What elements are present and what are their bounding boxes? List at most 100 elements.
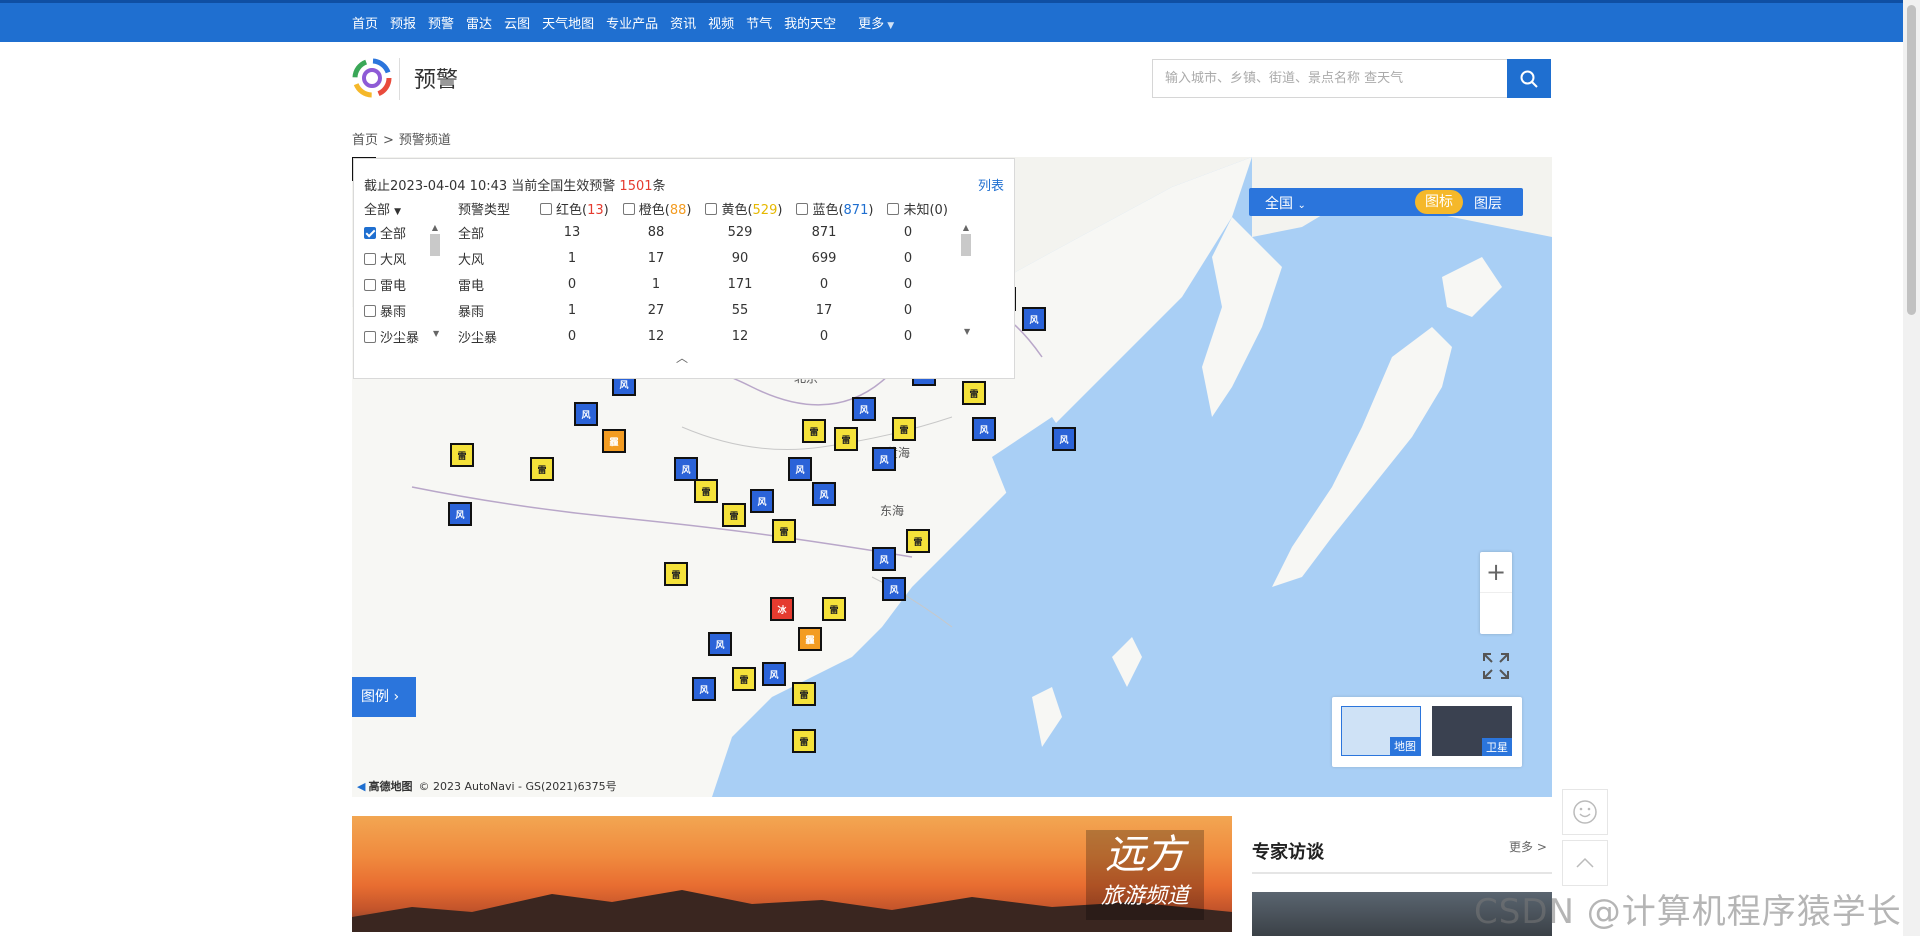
expert-more-link[interactable]: 更多 >: [1509, 838, 1547, 855]
travel-banner[interactable]: 远方 旅游频道: [352, 816, 1232, 932]
type-check-cell[interactable]: 雷电: [364, 271, 458, 297]
type-check-cell[interactable]: 沙尘暴: [364, 323, 458, 349]
warning-marker[interactable]: 风: [882, 577, 906, 601]
legend-button[interactable]: 图例 ›: [352, 677, 416, 717]
nav-item-solar-terms[interactable]: 节气: [746, 13, 772, 32]
warning-marker[interactable]: 雷: [962, 381, 986, 405]
nav-item-weather-map[interactable]: 天气地图: [542, 13, 594, 32]
zoom-in-button[interactable]: +: [1480, 552, 1512, 593]
nav-item-warning[interactable]: 预警: [428, 13, 454, 32]
checkbox[interactable]: [364, 330, 376, 343]
nav-item-radar[interactable]: 雷达: [466, 13, 492, 32]
warning-marker[interactable]: 风: [812, 482, 836, 506]
warning-marker[interactable]: 风: [852, 397, 876, 421]
warning-marker[interactable]: 雷: [694, 479, 718, 503]
scrollbar-thumb[interactable]: [961, 234, 971, 256]
fullscreen-icon[interactable]: [1480, 650, 1512, 682]
search-button[interactable]: [1507, 59, 1551, 98]
warning-marker[interactable]: 风: [1052, 427, 1076, 451]
region-dropdown[interactable]: 全国 ⌄: [1265, 193, 1306, 213]
scroll-up-icon[interactable]: ▲: [961, 223, 971, 232]
site-logo-icon[interactable]: [352, 58, 392, 98]
level-filter-yellow[interactable]: 黄色(529): [705, 199, 782, 218]
warning-marker[interactable]: 雷: [732, 667, 756, 691]
nav-item-cloud[interactable]: 云图: [504, 13, 530, 32]
feedback-button[interactable]: [1562, 789, 1608, 835]
nav-item-pro-products[interactable]: 专业产品: [606, 13, 658, 32]
zoom-out-button[interactable]: [1480, 593, 1512, 634]
warning-marker[interactable]: 雷: [802, 419, 826, 443]
collapse-panel-icon[interactable]: ︿: [676, 349, 688, 366]
count-cell-unknown: 0: [903, 302, 913, 318]
warning-marker[interactable]: 雷: [834, 427, 858, 451]
nav-item-home[interactable]: 首页: [352, 13, 378, 32]
checkbox[interactable]: [364, 252, 376, 265]
scrollbar-thumb[interactable]: [1907, 5, 1916, 315]
nav-item-news[interactable]: 资讯: [670, 13, 696, 32]
type-check-cell[interactable]: 大风: [364, 245, 458, 271]
warning-marker[interactable]: 风: [574, 402, 598, 426]
level-filter-orange[interactable]: 橙色(88): [622, 199, 691, 218]
warning-marker[interactable]: 霾: [798, 627, 822, 651]
warning-marker[interactable]: 雷: [892, 417, 916, 441]
checkbox[interactable]: [364, 226, 376, 239]
warning-marker[interactable]: 风: [674, 457, 698, 481]
page-scrollbar[interactable]: [1903, 0, 1920, 936]
scroll-down-icon[interactable]: ▼: [433, 329, 439, 338]
checkbox[interactable]: [705, 203, 718, 215]
level-filter-blue[interactable]: 蓝色(871): [796, 199, 873, 218]
search-input[interactable]: 输入城市、乡镇、街道、景点名称 查天气: [1152, 59, 1507, 98]
warning-marker[interactable]: 风: [872, 547, 896, 571]
chevron-down-icon: ▼: [887, 21, 895, 31]
breadcrumb-home[interactable]: 首页: [352, 133, 378, 148]
back-to-top-button[interactable]: [1562, 840, 1608, 886]
warning-marker[interactable]: 雷: [822, 597, 846, 621]
nav-more-dropdown[interactable]: 更多 ▼: [858, 13, 894, 32]
scrollbar-thumb[interactable]: [430, 234, 440, 256]
checkbox[interactable]: [364, 278, 376, 291]
warning-marker[interactable]: 风: [708, 632, 732, 656]
map-type-standard[interactable]: 地图: [1341, 706, 1421, 756]
warning-marker[interactable]: 风: [872, 447, 896, 471]
chevron-down-icon: ⌄: [1297, 200, 1306, 211]
warning-marker[interactable]: 雷: [450, 443, 474, 467]
warning-marker[interactable]: 霾: [602, 429, 626, 453]
warning-marker[interactable]: 冰: [770, 597, 794, 621]
nav-item-my-sky[interactable]: 我的天空: [784, 13, 836, 32]
checkbox[interactable]: [540, 203, 552, 215]
warning-marker[interactable]: 雷: [772, 519, 796, 543]
type-check-cell[interactable]: 暴雨: [364, 297, 458, 323]
type-list-scrollbar[interactable]: ▲: [430, 223, 440, 265]
warning-marker[interactable]: 雷: [792, 682, 816, 706]
type-check-cell[interactable]: 全部: [364, 219, 458, 245]
warning-marker[interactable]: 风: [750, 489, 774, 513]
table-scrollbar[interactable]: ▲: [961, 223, 971, 265]
checkbox[interactable]: [622, 203, 635, 215]
warning-marker[interactable]: 雷: [530, 457, 554, 481]
checkbox[interactable]: [364, 304, 376, 317]
warning-marker[interactable]: 雷: [906, 529, 930, 553]
level-filter-unknown[interactable]: 未知(0): [887, 199, 948, 218]
checkbox[interactable]: [796, 203, 809, 215]
warning-marker[interactable]: 雷: [792, 729, 816, 753]
list-view-link[interactable]: 列表: [978, 175, 1004, 194]
warning-marker[interactable]: 风: [1022, 307, 1046, 331]
nav-item-forecast[interactable]: 预报: [390, 13, 416, 32]
nav-item-video[interactable]: 视频: [708, 13, 734, 32]
map-type-satellite[interactable]: 卫星: [1432, 706, 1512, 756]
warning-marker[interactable]: 风: [692, 677, 716, 701]
toggle-icon-view[interactable]: 图标: [1415, 190, 1463, 214]
all-dropdown[interactable]: 全部 ▼: [364, 199, 458, 218]
toggle-layer-view[interactable]: 图层: [1474, 193, 1502, 213]
warning-marker[interactable]: 风: [972, 417, 996, 441]
level-filter-red[interactable]: 红色(13): [540, 199, 609, 218]
section-divider: [1252, 872, 1552, 874]
warning-marker[interactable]: 风: [788, 457, 812, 481]
scroll-up-icon[interactable]: ▲: [430, 223, 440, 232]
warning-marker[interactable]: 雷: [722, 503, 746, 527]
warning-marker[interactable]: 雷: [664, 562, 688, 586]
warning-marker[interactable]: 风: [762, 662, 786, 686]
checkbox[interactable]: [887, 203, 900, 215]
scroll-down-icon[interactable]: ▼: [964, 327, 970, 336]
warning-marker[interactable]: 风: [448, 502, 472, 526]
